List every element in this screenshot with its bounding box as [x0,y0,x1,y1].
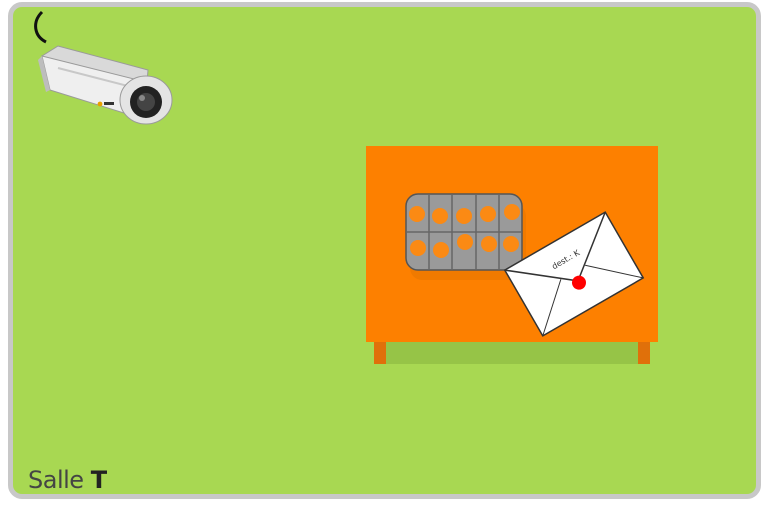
room-label-letter: T [90,466,107,494]
table: dest.: K [366,146,658,364]
pill-box-icon[interactable] [405,193,526,280]
room-label: Salle T [28,466,107,494]
room-label-prefix: Salle [28,466,84,494]
security-camera-icon[interactable] [28,8,178,132]
